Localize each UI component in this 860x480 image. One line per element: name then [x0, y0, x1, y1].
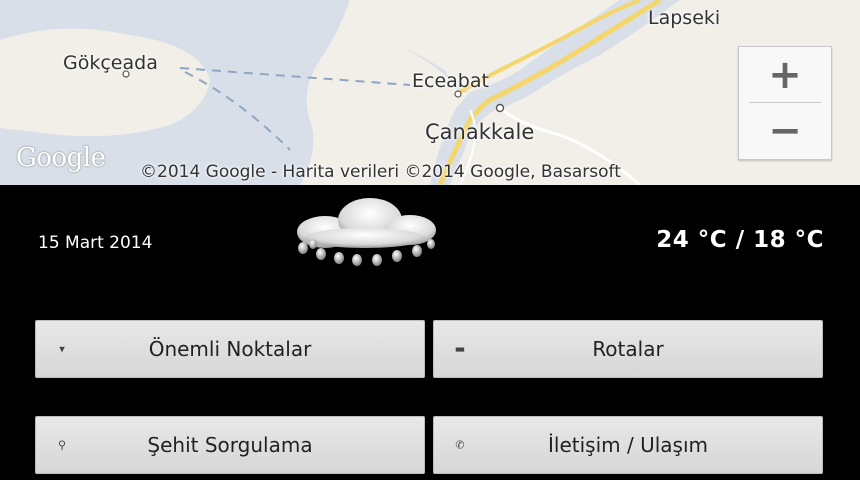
zoom-controls: + − [738, 46, 832, 160]
city-label-lapseki: Lapseki [648, 7, 721, 29]
city-label-gokceada: Gökçeada [63, 52, 158, 74]
rotalar-button[interactable]: ▬ Rotalar [433, 320, 823, 378]
map-base [0, 0, 860, 185]
temperature-range: 24 °C / 18 °C [656, 227, 824, 253]
map-attribution: ©2014 Google - Harita verileri ©2014 Goo… [140, 162, 621, 182]
google-logo: Google [16, 143, 106, 173]
city-label-canakkale: Çanakkale [425, 120, 535, 144]
sehit-sorgulama-label: Şehit Sorgulama [147, 433, 313, 457]
zoom-in-button[interactable]: + [739, 47, 831, 102]
rain-cloud-icon [297, 198, 436, 266]
city-label-eceabat: Eceabat [412, 70, 489, 92]
zoom-out-button[interactable]: − [739, 103, 831, 158]
iletisim-ulasim-label: İletişim / Ulaşım [548, 433, 708, 457]
sehit-sorgulama-button[interactable]: ⚲ Şehit Sorgulama [35, 416, 425, 474]
iletisim-ulasim-button[interactable]: ✆ İletişim / Ulaşım [433, 416, 823, 474]
weather-date: 15 Mart 2014 [38, 233, 153, 253]
map-view[interactable]: Gökçeada Eceabat Çanakkale Lapseki Googl… [0, 0, 860, 185]
onemli-noktalar-label: Önemli Noktalar [148, 337, 312, 361]
rotalar-label: Rotalar [592, 337, 664, 361]
onemli-noktalar-button[interactable]: ▾ Önemli Noktalar [35, 320, 425, 378]
